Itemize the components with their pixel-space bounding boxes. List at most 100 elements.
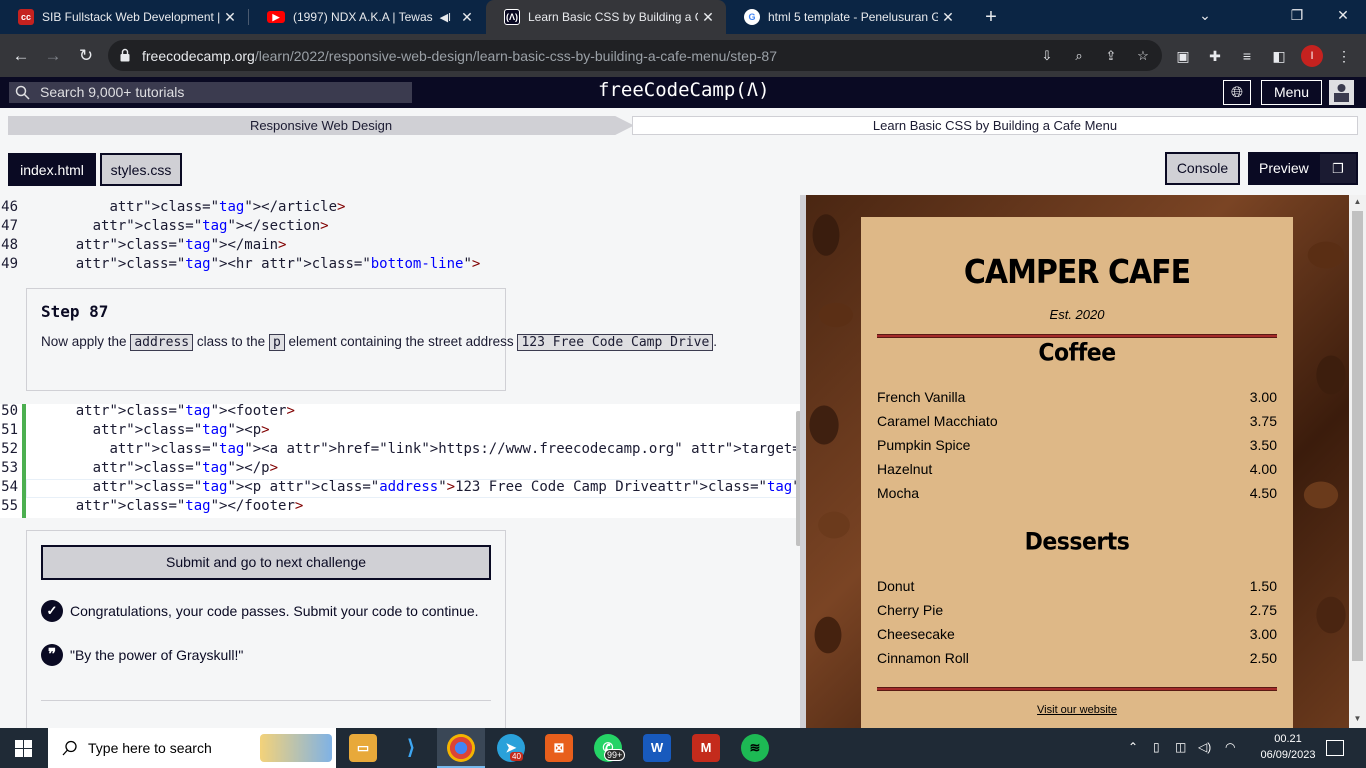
browser-menu-icon[interactable]: ⋮ <box>1334 46 1354 66</box>
item-name: Mocha <box>877 485 920 501</box>
windows-taskbar: Type here to search ▭ ⟩ ➤ 40 ⊠ ✆ 99+ W M… <box>0 728 1366 768</box>
preview-label: Preview <box>1259 160 1309 176</box>
back-button[interactable]: ← <box>8 43 34 69</box>
lock-icon[interactable] <box>120 48 130 62</box>
user-avatar[interactable] <box>1329 80 1354 105</box>
breadcrumb-block[interactable]: Learn Basic CSS by Building a Cafe Menu <box>632 116 1358 135</box>
url-text: freecodecamp.org/learn/2022/responsive-w… <box>142 48 777 64</box>
code-text[interactable]: attr">class="tag"><p> <box>42 421 270 440</box>
code-line[interactable]: 55 attr">class="tag"></footer> <box>0 497 800 516</box>
menu-item: Mocha 4.50 <box>877 485 1277 505</box>
fcc-logo[interactable]: freeCodeCamp(Ʌ) <box>598 79 770 101</box>
taskbar-search-input[interactable]: Type here to search <box>48 728 336 768</box>
extension-chat-icon[interactable]: ▣ <box>1173 46 1193 66</box>
code-line[interactable]: 50 attr">class="tag"><footer> <box>0 402 800 421</box>
code-line[interactable]: 46 attr">class="tag"></article> <box>0 198 800 217</box>
code-line[interactable]: 54 attr">class="tag"><p attr">class="add… <box>0 478 800 497</box>
word-icon[interactable]: W <box>643 734 671 762</box>
xampp-icon[interactable]: ⊠ <box>545 734 573 762</box>
language-globe-icon[interactable]: 🌐︎ <box>1223 80 1251 105</box>
new-tab-button[interactable]: + <box>978 4 1004 30</box>
coffee-heading: Coffee <box>1038 339 1116 368</box>
notification-center-icon[interactable] <box>1326 740 1344 756</box>
code-text[interactable]: attr">class="tag"><footer> <box>42 402 295 421</box>
close-tab-icon[interactable]: ✕ <box>220 9 240 26</box>
step-title: Step 87 <box>41 302 109 321</box>
zoom-icon[interactable]: ⌕ <box>1070 47 1088 65</box>
profile-avatar[interactable]: I <box>1301 45 1323 67</box>
code-editor[interactable]: 46 attr">class="tag"></article> 47 attr">… <box>0 195 800 728</box>
install-app-icon[interactable]: ⇩ <box>1038 47 1056 65</box>
browser-tab-3-active[interactable]: (Ʌ) Learn Basic CSS by Building a Caf ✕ <box>486 0 726 34</box>
close-tab-icon[interactable]: ✕ <box>457 9 477 26</box>
media-control-icon[interactable]: ≡ <box>1237 46 1257 66</box>
windows-start-icon[interactable] <box>15 740 32 757</box>
code-line[interactable]: 48 attr">class="tag"></main> <box>0 236 800 255</box>
code-line[interactable]: 49 attr">class="tag"><hr attr">class="bo… <box>0 255 800 274</box>
console-button[interactable]: Console <box>1165 152 1240 185</box>
submit-next-challenge-button[interactable]: Submit and go to next challenge <box>41 545 491 580</box>
code-text[interactable]: attr">class="tag"></footer> <box>42 497 304 516</box>
close-tab-icon[interactable]: ✕ <box>938 9 958 26</box>
code-text[interactable]: attr">class="tag"></p> <box>42 459 278 478</box>
menu-item: Pumpkin Spice 3.50 <box>877 437 1277 457</box>
scroll-up-arrow-icon[interactable]: ▲ <box>1349 195 1366 209</box>
search-icon <box>62 740 77 756</box>
system-clock[interactable]: 00.21 06/09/2023 <box>1258 731 1318 763</box>
menu-button[interactable]: Menu <box>1261 80 1322 105</box>
close-tab-icon[interactable]: ✕ <box>698 9 718 26</box>
share-icon[interactable]: ⇪ <box>1102 47 1120 65</box>
menu-item: Hazelnut 4.00 <box>877 461 1277 481</box>
mendeley-icon[interactable]: M <box>692 734 720 762</box>
extensions-puzzle-icon[interactable]: ✚ <box>1205 46 1225 66</box>
line-number: 46 <box>1 199 18 215</box>
search-icon <box>15 85 30 100</box>
spotify-icon[interactable]: ≋ <box>741 734 769 762</box>
scrollbar-thumb[interactable] <box>1352 211 1363 661</box>
browser-tab-1[interactable]: cc SIB Fullstack Web Development | ✕ <box>0 0 248 34</box>
code-text[interactable]: attr">class="tag"><p attr">class="addres… <box>42 478 800 497</box>
tab-index-html[interactable]: index.html <box>8 153 96 186</box>
network-icon[interactable]: ◫ <box>1175 740 1186 754</box>
preview-scrollbar[interactable]: ▲ ▼ <box>1349 195 1366 728</box>
close-window-button[interactable]: ✕ <box>1320 0 1366 30</box>
code-text[interactable]: attr">class="tag"><hr attr">class="botto… <box>42 255 481 274</box>
item-price: 3.50 <box>1249 437 1277 453</box>
code-line[interactable]: 53 attr">class="tag"></p> <box>0 459 800 478</box>
line-number: 49 <box>1 256 18 272</box>
wifi-icon[interactable]: ◠ <box>1225 740 1235 754</box>
scroll-down-arrow-icon[interactable]: ▼ <box>1349 712 1366 726</box>
vscode-icon[interactable]: ⟩ <box>397 734 425 762</box>
code-line[interactable]: 51 attr">class="tag"><p> <box>0 421 800 440</box>
checkmark-icon: ✓ <box>41 600 63 622</box>
volume-icon[interactable]: ◁) <box>1198 740 1211 754</box>
reload-button[interactable]: ↻ <box>73 43 99 69</box>
browser-tab-4[interactable]: G html 5 template - Penelusuran Go ✕ <box>726 0 966 34</box>
forward-button[interactable]: → <box>40 43 66 69</box>
code-text[interactable]: attr">class="tag"></section> <box>42 217 329 236</box>
tab-styles-css[interactable]: styles.css <box>100 153 182 186</box>
breadcrumb-superblock[interactable]: Responsive Web Design <box>8 116 634 135</box>
browser-tab-2[interactable]: ▶ (1997) NDX A.K.A | Tewas Ter ◀ǀ ✕ <box>249 0 485 34</box>
code-text[interactable]: attr">class="tag"></article> <box>42 198 345 217</box>
battery-icon[interactable]: ▯ <box>1153 740 1160 754</box>
browser-toolbar: ← → ↻ freecodecamp.org/learn/2022/respon… <box>0 34 1366 77</box>
show-hidden-icons-icon[interactable]: ⌃ <box>1128 740 1138 754</box>
item-name: Caramel Macchiato <box>877 413 998 429</box>
preview-button[interactable]: Preview ❐ <box>1248 152 1358 185</box>
popout-preview-icon[interactable]: ❐ <box>1320 154 1356 183</box>
tab-search-icon[interactable]: ⌄ <box>1182 0 1228 30</box>
file-explorer-icon[interactable]: ▭ <box>349 734 377 762</box>
code-text[interactable]: attr">class="tag"><a attr">href="link">h… <box>42 440 800 459</box>
chrome-icon[interactable] <box>447 734 475 762</box>
code-line[interactable]: 52 attr">class="tag"><a attr">href="link… <box>0 440 800 459</box>
restore-window-button[interactable]: ❐ <box>1274 0 1320 30</box>
address-bar[interactable]: freecodecamp.org/learn/2022/responsive-w… <box>108 40 1162 71</box>
visit-website-link[interactable]: Visit our website <box>861 704 1293 716</box>
audio-playing-icon[interactable]: ◀ǀ <box>440 11 451 24</box>
side-panel-icon[interactable]: ◧ <box>1269 46 1289 66</box>
code-text[interactable]: attr">class="tag"></main> <box>42 236 287 255</box>
bookmark-star-icon[interactable]: ☆ <box>1134 47 1152 65</box>
tutorial-search-input[interactable]: Search 9,000+ tutorials <box>9 82 412 103</box>
code-line[interactable]: 47 attr">class="tag"></section> <box>0 217 800 236</box>
